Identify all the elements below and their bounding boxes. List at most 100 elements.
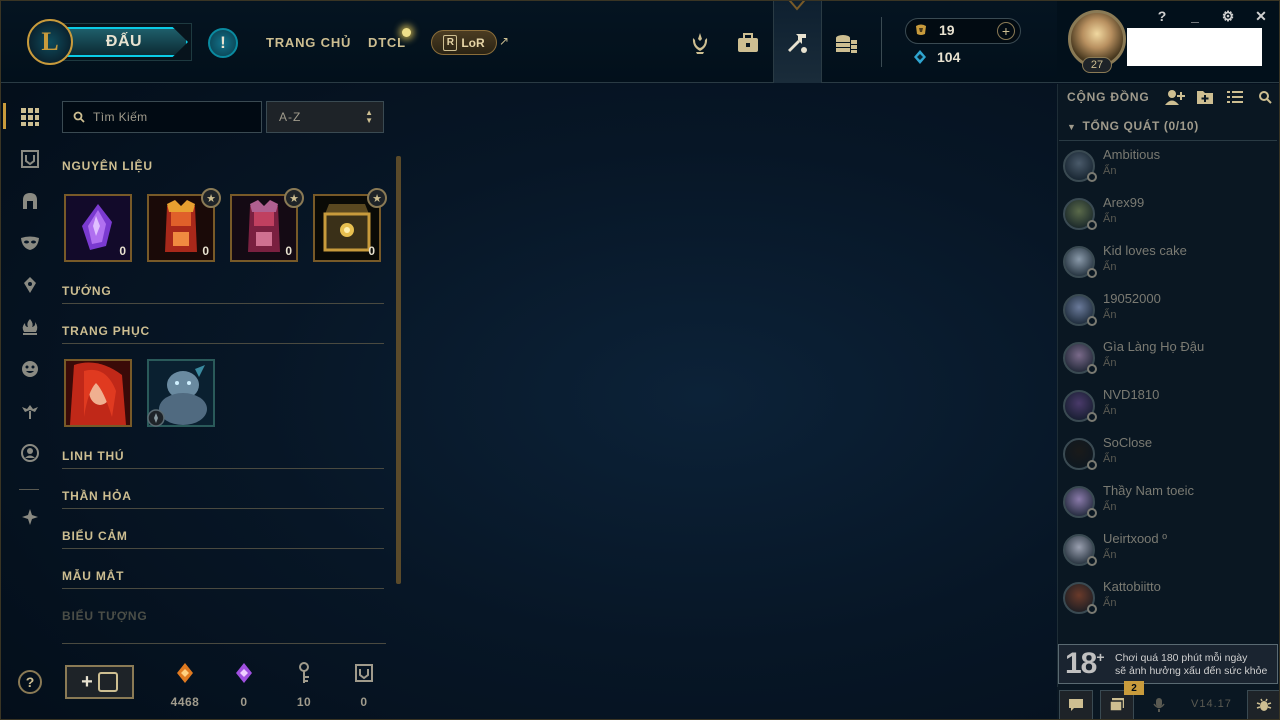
group-title: TỔNG QUÁT (0/10): [1082, 119, 1199, 133]
skin-mask-icon[interactable]: [17, 230, 43, 256]
summoner-name-redacted[interactable]: [1127, 28, 1262, 66]
material-tile-hextech-chest[interactable]: 0 ★: [313, 188, 387, 262]
resource-value: 0: [240, 695, 248, 709]
material-tile-red-chest[interactable]: 0 ★: [147, 188, 221, 262]
offline-status-icon: [1087, 316, 1097, 326]
chest-icon: [355, 664, 373, 682]
sort-value: A-Z: [279, 110, 302, 124]
collection-help-button[interactable]: ?: [18, 670, 42, 694]
friend-row[interactable]: 19052000 Ẩn: [1059, 288, 1277, 334]
skin-tile[interactable]: [147, 359, 215, 427]
collection-scrollbar[interactable]: [396, 156, 401, 584]
friend-row[interactable]: NVD1810 Ẩn: [1059, 384, 1277, 430]
play-button[interactable]: ĐẤU: [60, 27, 188, 57]
material-count: 0: [368, 244, 375, 258]
friend-name: Kid loves cake: [1103, 243, 1187, 258]
age-rating-number: 18: [1065, 647, 1097, 680]
friend-name: Kattobiitto: [1103, 579, 1161, 594]
champion-helmet-icon[interactable]: [17, 188, 43, 214]
tab-challenges-icon[interactable]: [680, 23, 720, 63]
nav-home[interactable]: TRANG CHỦ: [266, 35, 351, 50]
friend-name: Thầy Nam toeic: [1103, 483, 1195, 498]
section-divider: [62, 343, 384, 344]
skin-red-hair-champion-icon: [66, 361, 130, 425]
close-button[interactable]: ✕: [1251, 7, 1271, 25]
friend-group-general[interactable]: ▼ TỔNG QUÁT (0/10): [1067, 119, 1199, 133]
age-notice-line2: sẽ ảnh hưởng xấu đến sức khỏe: [1115, 665, 1268, 677]
friend-status-text: Ẩn: [1103, 261, 1117, 273]
profile-icon-icon[interactable]: [17, 440, 43, 466]
blue-essence-icon: [914, 50, 926, 64]
offline-status-icon: [1087, 460, 1097, 470]
section-divider: [62, 548, 384, 549]
friend-name: Ambitious: [1103, 147, 1161, 162]
ward-icon[interactable]: [17, 272, 43, 298]
chat-button[interactable]: [1059, 690, 1093, 719]
league-logo-icon[interactable]: L: [27, 19, 73, 65]
list-view-icon[interactable]: [1225, 88, 1245, 106]
material-tile-mythic-essence[interactable]: 0: [64, 194, 132, 262]
friend-row[interactable]: Arex99 Ẩn: [1059, 192, 1277, 238]
chevron-updown-icon: ▲ ▼: [365, 108, 374, 125]
add-folder-icon[interactable]: [1195, 88, 1215, 106]
add-friend-icon[interactable]: [1165, 88, 1185, 106]
offline-status-icon: [1087, 220, 1097, 230]
friend-row[interactable]: Gìa Làng Họ Đậu Ẩn: [1059, 336, 1277, 382]
tft-companion-icon[interactable]: [17, 504, 43, 530]
offline-status-icon: [1087, 508, 1097, 518]
friend-row[interactable]: Ueirtxood º Ẩn: [1059, 528, 1277, 574]
minimize-button[interactable]: _: [1185, 7, 1205, 25]
report-bug-button[interactable]: [1247, 690, 1279, 719]
material-count: 0: [202, 244, 209, 258]
nav-lor-button[interactable]: R LoR: [431, 30, 497, 55]
tab-store-icon[interactable]: [826, 23, 866, 63]
help-window-button[interactable]: ?: [1152, 7, 1172, 25]
plus-icon: +: [81, 670, 93, 693]
friend-row[interactable]: SoClose Ẩn: [1059, 432, 1277, 478]
tft-icon[interactable]: [17, 398, 43, 424]
rp-balance: 19: [913, 22, 955, 38]
chest-icon[interactable]: [17, 146, 43, 172]
tab-loot-icon[interactable]: [777, 23, 817, 63]
skin-tile[interactable]: [64, 359, 132, 427]
resource-value: 10: [296, 695, 312, 709]
search-friends-icon[interactable]: [1255, 88, 1275, 106]
friend-name: Arex99: [1103, 195, 1145, 210]
active-tab-chevron-icon: [788, 1, 806, 11]
rp-value: 19: [939, 22, 955, 38]
chroma-badge-icon: [147, 409, 165, 427]
totem-flame-icon[interactable]: [17, 314, 43, 340]
settings-gear-icon[interactable]: ⚙: [1218, 7, 1238, 25]
friend-row[interactable]: Ambitious Ẩn: [1059, 144, 1277, 190]
search-input[interactable]: Tìm Kiếm: [62, 101, 262, 133]
sort-dropdown[interactable]: A-Z ▲ ▼: [266, 101, 384, 133]
friend-row[interactable]: Kid loves cake Ẩn: [1059, 240, 1277, 286]
alert-icon[interactable]: !: [208, 28, 238, 58]
voice-button[interactable]: [1142, 690, 1176, 719]
friend-row[interactable]: Kattobiitto Ẩn: [1059, 576, 1277, 622]
resource-orange-essence: 4468: [165, 661, 205, 709]
section-divider: [62, 588, 384, 589]
all-grid-icon[interactable]: [17, 104, 43, 130]
social-header-title: CỘNG ĐỒNG: [1067, 90, 1150, 104]
age-rating-plus: +: [1096, 649, 1104, 665]
tab-inventory-icon[interactable]: [728, 23, 768, 63]
craft-chest-button[interactable]: +: [65, 665, 134, 699]
friend-row[interactable]: Thầy Nam toeic Ẩn: [1059, 480, 1277, 526]
search-placeholder: Tìm Kiếm: [93, 110, 148, 124]
offline-status-icon: [1087, 604, 1097, 614]
offline-status-icon: [1087, 412, 1097, 422]
friend-status-text: Ẩn: [1103, 357, 1117, 369]
mythic-essence-icon: [236, 663, 252, 683]
buy-rp-button[interactable]: +: [997, 22, 1015, 40]
emote-face-icon[interactable]: [17, 356, 43, 382]
age-notice-line1: Chơi quá 180 phút mỗi ngày: [1115, 652, 1248, 664]
nav-tft[interactable]: DTCL: [368, 35, 406, 50]
material-count: 0: [119, 244, 126, 258]
friend-name: 19052000: [1103, 291, 1161, 306]
notification-dot: [402, 28, 411, 37]
group-divider: [1059, 140, 1277, 141]
friend-status-text: Ẩn: [1103, 549, 1117, 561]
resource-key: 10: [284, 661, 324, 709]
material-tile-purple-chest[interactable]: 0 ★: [230, 188, 304, 262]
